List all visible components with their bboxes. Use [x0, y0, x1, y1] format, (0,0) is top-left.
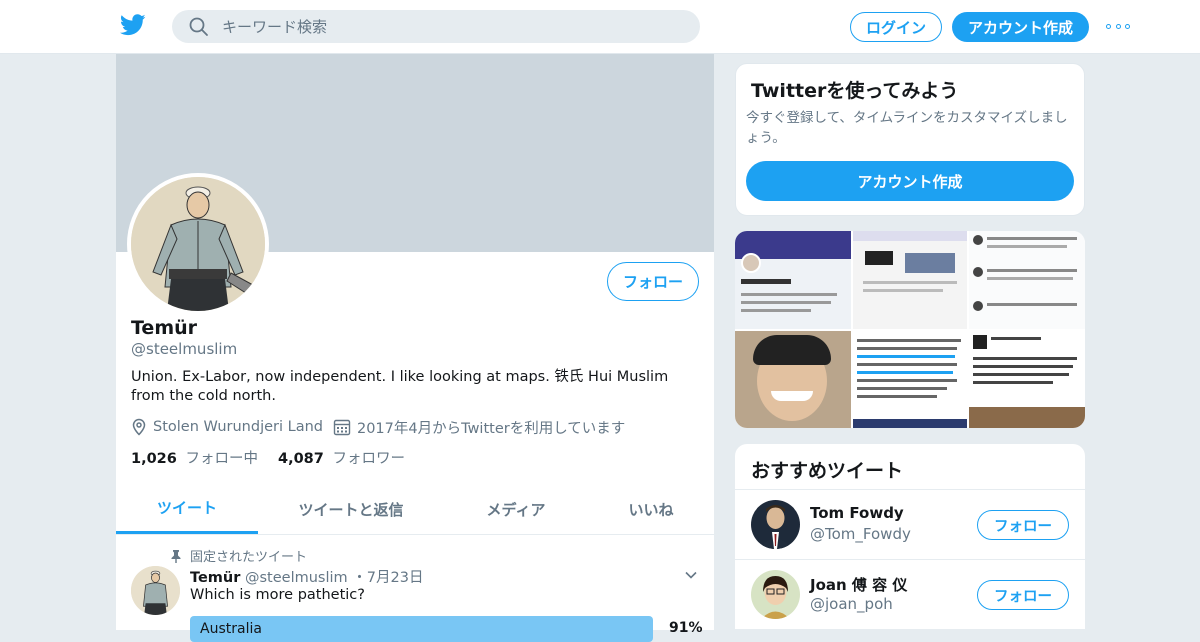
- media-thumbnail[interactable]: [853, 331, 967, 428]
- profile-name[interactable]: Temür: [131, 317, 197, 339]
- signup-card: Twitterを使ってみよう 今すぐ登録して、タイムラインをカスタマイズしましょ…: [735, 63, 1085, 216]
- recommended-user-handle: @joan_poh: [810, 595, 893, 613]
- login-button[interactable]: ログイン: [850, 12, 942, 42]
- profile-joined: 2017年4月からTwitterを利用しています: [333, 417, 625, 438]
- followers-label: フォロワー: [332, 451, 405, 467]
- profile-location: Stolen Wurundjeri Land: [131, 418, 323, 436]
- tab-tweets-and-replies[interactable]: ツイートと返信: [286, 484, 416, 534]
- poll-option-percent: 91%: [669, 620, 703, 636]
- more-icon[interactable]: [1106, 18, 1130, 34]
- tweet-date[interactable]: ・7月23日: [352, 570, 423, 586]
- tweet-avatar[interactable]: [131, 566, 180, 615]
- media-grid: [735, 231, 1085, 428]
- pin-icon: [171, 549, 181, 563]
- media-thumbnail[interactable]: [969, 231, 1085, 329]
- tweet-handle[interactable]: @steelmuslim: [245, 570, 348, 586]
- signup-button[interactable]: アカウント作成: [952, 12, 1089, 42]
- recommended-user[interactable]: Tom Fowdy @Tom_Fowdy フォロー: [735, 490, 1085, 560]
- recommended-tweets: おすすめツイート Tom Fowdy @Tom_Fowdy フォロー Joan …: [735, 444, 1085, 630]
- media-thumbnail[interactable]: [969, 331, 1085, 428]
- follow-button[interactable]: フォロー: [977, 580, 1069, 610]
- tweet-text: Which is more pathetic?: [190, 587, 365, 603]
- chevron-down-icon[interactable]: [684, 568, 698, 582]
- media-thumbnail[interactable]: [735, 331, 851, 428]
- joined-text: 2017年4月からTwitterを利用しています: [356, 420, 626, 437]
- tab-media[interactable]: メディア: [466, 484, 566, 534]
- tab-likes[interactable]: いいね: [606, 484, 696, 534]
- pinned-label: 固定されたツイート: [190, 550, 308, 565]
- signup-card-description: 今すぐ登録して、タイムラインをカスタマイズしましょう。: [746, 110, 1068, 146]
- profile-column: フォロー Temür @steelmuslim Union. Ex-Labor,…: [116, 54, 714, 642]
- location-text: Stolen Wurundjeri Land: [153, 419, 323, 435]
- recommended-header: おすすめツイート: [735, 444, 1085, 490]
- search-icon: [189, 17, 208, 36]
- follow-button[interactable]: フォロー: [977, 510, 1069, 540]
- profile-tabs: ツイート ツイートと返信 メディア いいね: [116, 484, 714, 535]
- followers-count-link[interactable]: 4,087 フォロワー: [278, 447, 405, 468]
- search-bar: [172, 10, 700, 43]
- media-thumbnail[interactable]: [735, 231, 851, 329]
- poll-option-label: Australia: [200, 621, 262, 637]
- recommended-user-handle: @Tom_Fowdy: [810, 525, 911, 543]
- poll-option-bar: Australia: [190, 616, 653, 642]
- profile-meta: Stolen Wurundjeri Land 2017年4月からTwitterを…: [131, 416, 635, 438]
- following-label: フォロー中: [185, 451, 258, 467]
- recommended-user-name[interactable]: Tom Fowdy: [810, 504, 904, 522]
- location-icon: [132, 418, 146, 436]
- signup-card-title: Twitterを使ってみよう: [751, 80, 959, 102]
- following-count-link[interactable]: 1,026 フォロー中: [131, 447, 258, 468]
- recommended-title: おすすめツイート: [751, 460, 904, 482]
- twitter-bird-icon[interactable]: [120, 14, 146, 36]
- recommended-user-name[interactable]: Joan 傅 容 仪: [810, 574, 907, 595]
- profile-bio: Union. Ex-Labor, now independent. I like…: [131, 369, 669, 404]
- tweet-author[interactable]: Temür: [190, 570, 240, 586]
- media-thumbnail[interactable]: [853, 231, 967, 329]
- top-navigation-bar: ログイン アカウント作成: [0, 0, 1200, 54]
- pinned-indicator: 固定されたツイート: [170, 546, 307, 565]
- search-input[interactable]: [222, 10, 682, 43]
- avatar[interactable]: [751, 500, 800, 549]
- following-count: 1,026: [131, 451, 177, 467]
- calendar-icon: [333, 419, 351, 436]
- tweet-header: Temür @steelmuslim ・7月23日: [190, 566, 423, 587]
- tab-tweets[interactable]: ツイート: [116, 484, 258, 534]
- followers-count: 4,087: [277, 451, 324, 467]
- profile-avatar[interactable]: [127, 173, 269, 315]
- profile-handle: @steelmuslim: [131, 340, 238, 358]
- recommended-user[interactable]: Joan 傅 容 仪 @joan_poh フォロー: [735, 560, 1085, 630]
- avatar[interactable]: [751, 570, 800, 619]
- profile-counts: 1,026 フォロー中 4,087 フォロワー: [131, 447, 425, 468]
- follow-button[interactable]: フォロー: [607, 262, 699, 301]
- signup-card-button[interactable]: アカウント作成: [746, 161, 1074, 201]
